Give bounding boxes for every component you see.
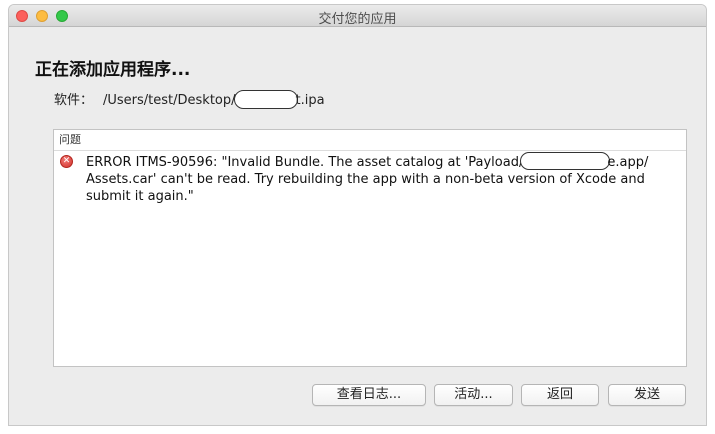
- issues-panel[interactable]: 问题 ✕ ERROR ITMS-90596: "Invalid Bundle. …: [53, 129, 687, 367]
- error-icon: ✕: [60, 155, 73, 168]
- window-title: 交付您的应用: [318, 12, 397, 27]
- software-path-start: /Users/test/Desktop/: [103, 93, 236, 108]
- deliver-app-window: 交付您的应用 正在添加应用程序... 软件： /Users/test/Deskto…: [9, 5, 706, 425]
- redaction-mark: [520, 152, 611, 170]
- software-label: 软件：: [54, 93, 94, 108]
- redaction-mark: [233, 89, 298, 109]
- activity-button[interactable]: 活动...: [434, 384, 513, 406]
- back-button[interactable]: 返回: [521, 384, 599, 406]
- send-button[interactable]: 发送: [608, 384, 686, 406]
- view-log-button[interactable]: 查看日志...: [312, 384, 426, 406]
- issue-text-start: ERROR ITMS-90596: "Invalid Bundle. The a…: [86, 155, 524, 170]
- software-path-end: t.ipa: [295, 93, 325, 108]
- title-bar[interactable]: 交付您的应用: [9, 5, 706, 27]
- issues-header: 问题: [54, 130, 686, 151]
- software-path-row: 软件： /Users/test/Desktop/t.ipa: [54, 89, 325, 109]
- page-title: 正在添加应用程序...: [35, 60, 191, 80]
- issue-message: ERROR ITMS-90596: "Invalid Bundle. The a…: [86, 152, 676, 205]
